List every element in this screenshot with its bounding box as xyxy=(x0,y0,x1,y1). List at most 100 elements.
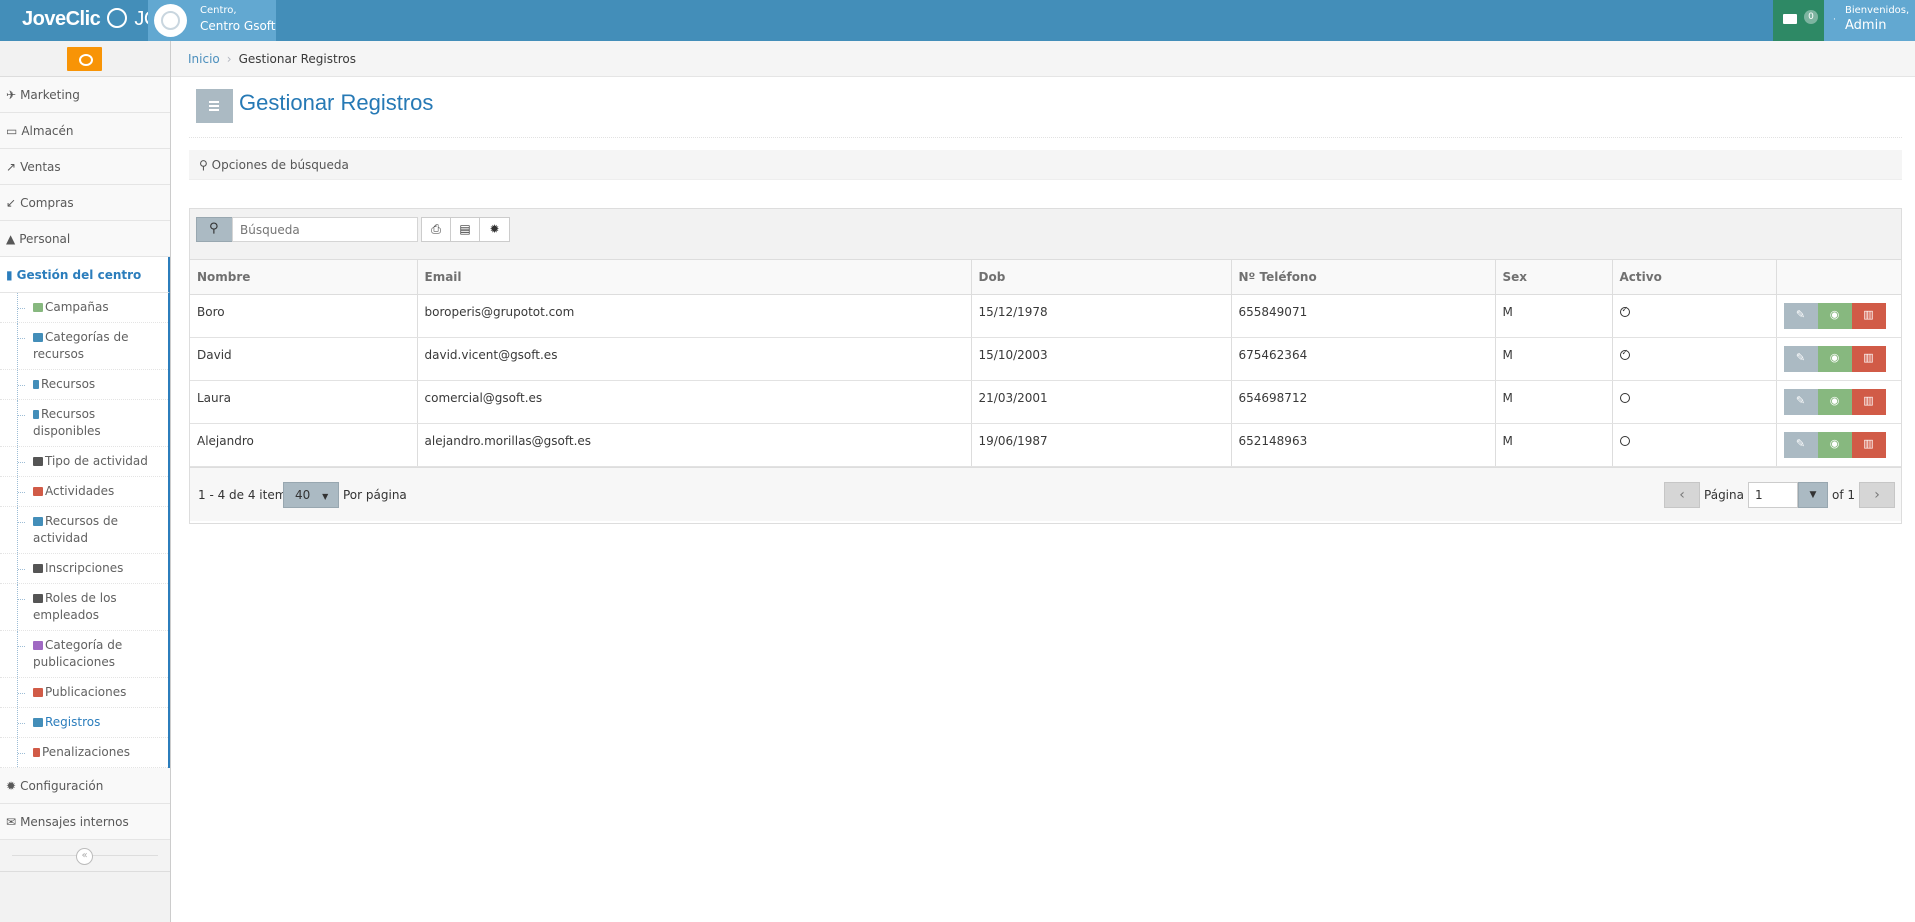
eye-icon: ◉ xyxy=(1829,393,1840,407)
row-actions: ✎ ◉ ▥ xyxy=(1783,302,1902,329)
sidebar-subitem-campanas[interactable]: Campañas xyxy=(0,293,168,323)
view-button[interactable]: ◉ xyxy=(1817,302,1852,329)
double-chevron-left-icon[interactable]: « xyxy=(76,848,93,865)
envelope-icon: ✉ xyxy=(6,814,17,829)
logo-mark-icon xyxy=(107,8,128,28)
eye-icon: ◉ xyxy=(1829,307,1840,321)
trash-icon: ▥ xyxy=(1863,393,1874,407)
column-header-activo[interactable]: Activo xyxy=(1612,260,1777,295)
menu-icon[interactable] xyxy=(196,89,233,123)
check-circle-icon: ✓ xyxy=(1619,348,1630,360)
arrow-up-right-icon: ↗ xyxy=(6,159,17,174)
pencil-icon: ✎ xyxy=(1795,393,1806,407)
cell-sex: M xyxy=(1495,423,1613,467)
sidebar-subitem-categoria-publicaciones[interactable]: Categoría de publicaciones xyxy=(0,631,168,678)
sidebar-subitem-penalizaciones[interactable]: Penalizaciones xyxy=(0,738,168,768)
gear-icon[interactable]: ✹ xyxy=(480,218,509,241)
lock-icon xyxy=(33,748,40,757)
per-page-label: Por página xyxy=(343,487,407,502)
sidebar-item-mensajes[interactable]: ✉ Mensajes internos xyxy=(0,804,170,840)
messages-button[interactable]: 0 xyxy=(1773,0,1824,41)
sidebar-subitem-tipo-actividad[interactable]: Tipo de actividad xyxy=(0,447,168,477)
column-header-nombre[interactable]: Nombre xyxy=(190,260,418,295)
edit-button[interactable]: ✎ xyxy=(1783,302,1818,329)
cell-actions: ✎ ◉ ▥ xyxy=(1776,294,1902,338)
cell-activo: ✓ xyxy=(1612,337,1777,381)
brand-logo[interactable]: JoveClic JC xyxy=(22,8,158,31)
edit-button[interactable]: ✎ xyxy=(1783,431,1818,458)
search-input[interactable] xyxy=(232,217,418,242)
sidebar-subitem-recursos[interactable]: Recursos xyxy=(0,370,168,400)
column-header-dob[interactable]: Dob xyxy=(971,260,1232,295)
search-button[interactable]: ⚲ xyxy=(196,217,233,242)
top-navbar: JoveClic JC Centro, Centro Gsoft 0 · Bie… xyxy=(0,0,1915,41)
delete-button[interactable]: ▥ xyxy=(1851,388,1886,415)
next-page-button[interactable]: › xyxy=(1859,481,1895,508)
sidebar-item-compras[interactable]: ↙ Compras xyxy=(0,185,170,221)
delete-button[interactable]: ▥ xyxy=(1851,302,1886,329)
table-row[interactable]: David david.vicent@gsoft.es 15/10/2003 6754… xyxy=(190,337,1901,381)
cell-nombre: Laura xyxy=(190,380,418,424)
table-row[interactable]: Laura comercial@gsoft.es 21/03/2001 6546987… xyxy=(190,380,1901,424)
eye-icon: ◉ xyxy=(1829,350,1840,364)
cell-telefono: 654698712 xyxy=(1231,380,1496,424)
chevron-left-icon: ‹ xyxy=(1679,486,1685,503)
view-button[interactable]: ◉ xyxy=(1817,388,1852,415)
column-header-telefono[interactable]: Nº Teléfono xyxy=(1231,260,1496,295)
sidebar-item-ventas[interactable]: ↗ Ventas xyxy=(0,149,170,185)
sidebar-item-personal[interactable]: ▲ Personal xyxy=(0,221,170,257)
edit-button[interactable]: ✎ xyxy=(1783,345,1818,372)
trash-icon: ▥ xyxy=(1863,350,1874,364)
arrow-down-left-icon: ↙ xyxy=(6,195,17,210)
tags-icon xyxy=(33,641,43,650)
pencil-icon: ✎ xyxy=(1795,307,1806,321)
sidebar-subitem-publicaciones[interactable]: Publicaciones xyxy=(0,678,168,708)
breadcrumb-home[interactable]: Inicio xyxy=(188,52,220,66)
centro-name: Centro Gsoft xyxy=(200,19,276,33)
page-label: Página xyxy=(1704,487,1744,502)
sidebar-subitem-actividades[interactable]: Actividades xyxy=(0,477,168,507)
breadcrumb-current: Gestionar Registros xyxy=(238,51,356,66)
delete-button[interactable]: ▥ xyxy=(1851,431,1886,458)
sidebar-subitem-recursos-disponibles[interactable]: Recursos disponibles xyxy=(0,400,168,447)
sidebar-item-configuracion[interactable]: ✹ Configuración xyxy=(0,768,170,804)
edit-button[interactable]: ✎ xyxy=(1783,388,1818,415)
sidebar-subitem-roles-empleados[interactable]: Roles de los empleados xyxy=(0,584,168,631)
cell-email: boroperis@grupotot.com xyxy=(417,294,972,338)
sidebar-subitem-inscripciones[interactable]: Inscripciones xyxy=(0,554,168,584)
sidebar-item-gestion-centro[interactable]: ▮ Gestión del centro xyxy=(0,257,170,293)
sidebar-shortcuts xyxy=(0,41,170,77)
excel-icon[interactable]: ▤ xyxy=(451,218,480,241)
sidebar-item-marketing[interactable]: ✈ Marketing xyxy=(0,77,170,113)
eye-icon[interactable] xyxy=(67,47,102,71)
sidebar-item-almacen[interactable]: ▭ Almacén xyxy=(0,113,170,149)
records-table: Nombre Email Dob Nº Teléfono Sex Activo … xyxy=(190,260,1901,467)
sidebar-subitem-categorias-recursos[interactable]: Categorías de recursos xyxy=(0,323,168,370)
envelope-icon xyxy=(33,594,43,603)
view-button[interactable]: ◉ xyxy=(1817,431,1852,458)
copy-icon xyxy=(33,517,43,526)
user-menu[interactable]: · Bienvenidos, Admin xyxy=(1824,0,1915,41)
page-size-select[interactable]: 40 ▼ xyxy=(283,481,339,508)
welcome-text: Bienvenidos, xyxy=(1845,5,1910,16)
bullhorn-icon xyxy=(33,303,43,312)
page-number-input[interactable]: 1 xyxy=(1747,481,1798,508)
envelope-icon xyxy=(1783,14,1797,24)
sidebar-subitem-registros[interactable]: Registros xyxy=(0,708,168,738)
prev-page-button[interactable]: ‹ xyxy=(1664,481,1701,508)
cell-sex: M xyxy=(1495,337,1613,381)
search-options-toggle[interactable]: ⚲ Opciones de búsqueda xyxy=(189,150,1902,180)
sidebar-subitem-recursos-actividad[interactable]: Recursos de actividad xyxy=(0,507,168,554)
check-circle-icon: ✓ xyxy=(1619,305,1630,317)
view-button[interactable]: ◉ xyxy=(1817,345,1852,372)
print-icon[interactable]: ⎙ xyxy=(422,218,451,241)
trash-icon: ▥ xyxy=(1863,307,1874,321)
delete-button[interactable]: ▥ xyxy=(1851,345,1886,372)
table-row[interactable]: Alejandro alejandro.morillas@gsoft.es 19/0… xyxy=(190,423,1901,467)
column-header-sex[interactable]: Sex xyxy=(1495,260,1613,295)
cell-email: alejandro.morillas@gsoft.es xyxy=(417,423,972,467)
caret-down-icon[interactable]: ▼ xyxy=(1797,481,1828,508)
centro-selector[interactable]: Centro, Centro Gsoft xyxy=(148,0,276,41)
table-row[interactable]: Boro boroperis@grupotot.com 15/12/1978 6558… xyxy=(190,294,1902,338)
column-header-email[interactable]: Email xyxy=(417,260,972,295)
